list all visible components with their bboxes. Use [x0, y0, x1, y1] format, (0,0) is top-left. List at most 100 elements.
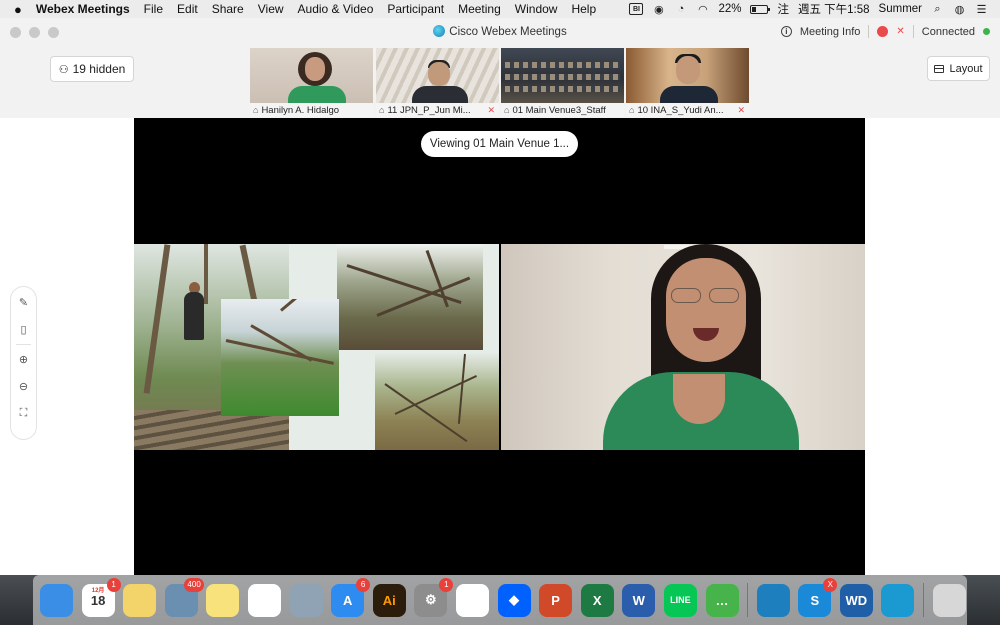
collage-photo	[337, 244, 483, 350]
battery-level-fill	[752, 6, 756, 12]
zoom-in-icon[interactable]: ⊕	[19, 353, 28, 366]
wifi-icon[interactable]: ◠	[696, 3, 709, 16]
dock-skype-icon[interactable]: SX	[798, 577, 838, 617]
window-title-text: Cisco Webex Meetings	[449, 26, 567, 38]
divider	[868, 25, 870, 38]
zoom-out-icon[interactable]: ⊖	[19, 380, 28, 393]
status-tray: BI ◉ ◔ ◠ 22% 注 週五 下午1:58 Summer ⌕ ◍ ☰	[629, 0, 988, 18]
annotate-icon[interactable]: ✎	[19, 296, 28, 309]
title-bar: Cisco Webex Meetings i Meeting Info ✕ Co…	[0, 18, 1000, 47]
dock-wechat-icon[interactable]: …	[705, 583, 739, 617]
collage-photo	[221, 299, 339, 416]
dock-webex-icon[interactable]	[756, 583, 790, 617]
menu-share[interactable]: Share	[212, 2, 244, 16]
main-video-stage[interactable]: Viewing 01 Main Venue 1...	[134, 118, 865, 575]
siri-icon[interactable]: ◍	[953, 3, 966, 16]
sync-tray-icon[interactable]: ◔	[674, 3, 687, 15]
eraser-icon[interactable]: ▯	[20, 323, 26, 336]
menu-view[interactable]: View	[258, 2, 284, 16]
participant-thumbnail[interactable]: ⌂ 11 JPN_P_Jun Mi... ✕	[376, 48, 499, 117]
hidden-participants-label: 19 hidden	[72, 62, 126, 76]
layout-icon	[934, 64, 945, 73]
dock-powerpoint-icon[interactable]: P	[539, 583, 573, 617]
participant-name: 11 JPN_P_Jun Mi...	[387, 104, 471, 116]
hidden-participants-button[interactable]: ⚇ 19 hidden	[50, 56, 134, 82]
layout-label: Layout	[949, 62, 983, 75]
dock-preview-icon[interactable]: 400	[164, 577, 204, 617]
dock-stickies-icon[interactable]	[123, 583, 157, 617]
dock-app-glyph: A	[342, 592, 353, 608]
battery-percent: 22%	[718, 3, 742, 15]
menu-audio-video[interactable]: Audio & Video	[298, 2, 374, 16]
menu-meeting[interactable]: Meeting	[458, 2, 501, 16]
webex-logo-icon	[433, 25, 446, 37]
notification-center-icon[interactable]: ☰	[975, 3, 988, 16]
user-name[interactable]: Summer	[879, 3, 922, 15]
participant-thumbnail[interactable]: ⌂ 01 Main Venue3_Staff	[501, 48, 624, 117]
dock-webex-meetings-icon[interactable]	[881, 583, 915, 617]
notification-badge: 1	[106, 577, 121, 592]
dock-divider	[923, 583, 925, 617]
participant-name: 10 INA_S_Yudi An...	[637, 104, 724, 116]
dock-illustrator-icon[interactable]: Ai	[372, 583, 406, 617]
dock-app-glyph: Ai	[382, 592, 396, 608]
menu-file[interactable]: File	[144, 2, 163, 16]
dock-chrome-icon[interactable]	[455, 583, 489, 617]
mic-icon: ⌂	[379, 105, 385, 115]
dock-dropbox-icon[interactable]: ◆	[497, 583, 531, 617]
dock-finder-icon[interactable]	[40, 583, 73, 617]
info-icon[interactable]: i	[780, 26, 792, 37]
dock: 18 12月 1 400 A 6 Ai ⚙ 1 ◆ P X W LINE … S X WD	[33, 575, 967, 625]
viewing-indicator[interactable]: Viewing 01 Main Venue 1...	[421, 131, 578, 157]
battery-icon[interactable]	[750, 4, 771, 14]
participant-thumbnail[interactable]: ⌂ Hanilyn A. Hidalgo	[250, 48, 373, 117]
dock-app-glyph: …	[715, 592, 729, 608]
dock-calendar-icon[interactable]: 18 12月 1	[81, 577, 121, 617]
dock-word-icon[interactable]: W	[622, 583, 656, 617]
notification-badge: 1	[439, 577, 454, 592]
divider	[912, 25, 914, 38]
divider	[16, 344, 31, 345]
layout-button[interactable]: Layout	[927, 56, 990, 81]
meeting-info-button[interactable]: Meeting Info	[800, 26, 861, 38]
dock-notes-icon[interactable]	[206, 583, 240, 617]
dock-excel-icon[interactable]: X	[580, 583, 614, 617]
fit-to-window-icon[interactable]: ⛶	[20, 407, 28, 420]
recording-icon[interactable]	[877, 26, 889, 37]
line-tray-icon[interactable]: ◉	[652, 3, 665, 16]
dock-trash-icon[interactable]	[932, 583, 966, 617]
menu-window[interactable]: Window	[515, 2, 558, 16]
menu-bar: ● Webex Meetings File Edit Share View Au…	[0, 0, 1000, 18]
participant-thumbnail[interactable]: ⌂ 10 INA_S_Yudi An... ✕	[626, 48, 749, 117]
dock-line-icon[interactable]: LINE	[663, 583, 697, 617]
dock-app-glyph: 18	[90, 592, 106, 608]
spotlight-search-icon[interactable]: ⌕	[931, 3, 944, 15]
dock-divider	[747, 583, 749, 617]
input-method-icon[interactable]: 注	[777, 1, 789, 17]
dock-system-preferences-icon[interactable]: ⚙ 1	[414, 577, 454, 617]
bi-tray-icon[interactable]: BI	[629, 3, 644, 15]
active-speaker-video	[501, 244, 865, 450]
dock-image-capture-icon[interactable]	[289, 583, 323, 617]
dock-app-glyph: ◆	[509, 592, 520, 607]
dock-wd-discovery-icon[interactable]: WD	[839, 583, 873, 617]
participant-name: Hanilyn A. Hidalgo	[261, 104, 340, 116]
dock-reminders-icon[interactable]	[247, 583, 281, 617]
dock-app-glyph: WD	[845, 592, 868, 608]
shared-content-photo-collage	[134, 244, 499, 450]
mic-icon: ⌂	[253, 105, 259, 115]
participant-video	[626, 48, 749, 106]
menu-help[interactable]: Help	[571, 2, 596, 16]
dock-app-store-icon[interactable]: A6	[331, 577, 371, 617]
menu-app-name[interactable]: Webex Meetings	[36, 2, 130, 16]
annotation-toolbar: ✎ ▯ ⊕ ⊖ ⛶	[10, 286, 37, 440]
menu-participant[interactable]: Participant	[387, 2, 444, 16]
menu-edit[interactable]: Edit	[177, 2, 198, 16]
clock[interactable]: 週五 下午1:58	[798, 1, 870, 17]
apple-menu-icon[interactable]: ●	[14, 2, 22, 17]
participant-label: ⌂ 11 JPN_P_Jun Mi... ✕	[376, 103, 499, 117]
connection-status-dot	[983, 28, 990, 35]
person-icon: ⚇	[58, 63, 69, 76]
dock-app-glyph: P	[551, 592, 560, 608]
muted-mic-icon[interactable]: ✕	[896, 26, 904, 37]
